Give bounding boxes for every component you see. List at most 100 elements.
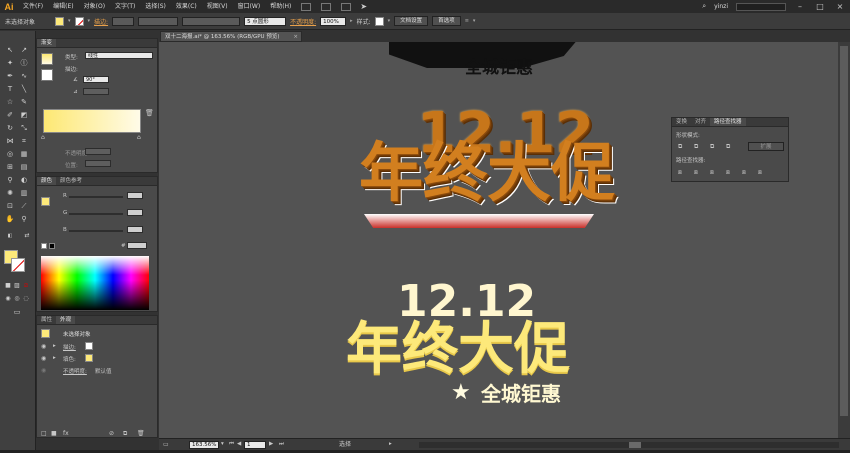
- crop-icon[interactable]: ⧈: [726, 169, 730, 177]
- scale-tool-icon[interactable]: ⤡: [19, 123, 29, 133]
- artboard-number-field[interactable]: 1: [244, 441, 266, 449]
- visibility-eye-icon[interactable]: ◉: [41, 343, 46, 350]
- slice-tool-icon[interactable]: ⟋: [19, 201, 29, 211]
- vertical-scroll-thumb[interactable]: [840, 46, 848, 416]
- hex-field[interactable]: [127, 242, 147, 249]
- menu-effect[interactable]: 效果(C): [171, 0, 202, 13]
- zoom-field[interactable]: 163.56%: [189, 441, 219, 449]
- next-artboard-icon[interactable]: ▶: [269, 441, 273, 447]
- stock-icon[interactable]: [321, 2, 332, 11]
- menu-window[interactable]: 窗口(W): [233, 0, 266, 13]
- chevron-down-icon[interactable]: ▾: [388, 18, 391, 24]
- last-artboard-icon[interactable]: ⏭: [279, 441, 284, 448]
- stop-location-field[interactable]: [85, 160, 111, 167]
- chevron-down-icon[interactable]: ▾: [88, 18, 91, 24]
- divide-icon[interactable]: ⧈: [678, 169, 682, 177]
- send-icon[interactable]: ➤: [360, 2, 367, 11]
- direct-selection-tool-icon[interactable]: ↗: [19, 45, 29, 55]
- new-fill-icon[interactable]: ■: [51, 430, 57, 437]
- minus-back-icon[interactable]: ⧈: [758, 169, 762, 177]
- tab-align[interactable]: 对齐: [691, 118, 710, 126]
- tab-appearance[interactable]: 外观: [56, 316, 76, 324]
- line-tool-icon[interactable]: ╲: [19, 84, 29, 94]
- shape-tool-icon[interactable]: ☆: [5, 97, 15, 107]
- clear-appearance-icon[interactable]: ⊘: [109, 430, 114, 437]
- pen-tool-icon[interactable]: ✒: [5, 71, 15, 81]
- channel-r-field[interactable]: [127, 192, 143, 199]
- blend-tool-icon[interactable]: ◐: [19, 175, 29, 185]
- gradient-preview-swatch[interactable]: [41, 53, 53, 65]
- preferences-button[interactable]: 首选项: [432, 16, 461, 26]
- tab-transform[interactable]: 变换: [672, 118, 691, 126]
- menu-file[interactable]: 文件(F): [18, 0, 48, 13]
- status-menu-arrow-icon[interactable]: ▸: [389, 441, 392, 447]
- appearance-fill-label[interactable]: 填色:: [63, 355, 76, 363]
- horizontal-scrollbar[interactable]: [419, 442, 839, 448]
- gradient-stop-right[interactable]: ⌂: [137, 134, 141, 141]
- gradient-stroke-swatch[interactable]: [41, 69, 53, 81]
- new-stroke-icon[interactable]: □: [41, 430, 47, 437]
- opacity-field[interactable]: 100%: [320, 16, 347, 26]
- hand-tool-icon[interactable]: ✋: [5, 214, 15, 224]
- tab-pathfinder[interactable]: 路径查找器: [710, 118, 746, 126]
- gradient-tool-icon[interactable]: ▤: [19, 162, 29, 172]
- mesh-tool-icon[interactable]: ⊞: [5, 162, 15, 172]
- expand-arrow-icon[interactable]: ▸: [53, 355, 56, 361]
- menu-select[interactable]: 选择(S): [140, 0, 171, 13]
- color-spectrum[interactable]: [41, 256, 149, 310]
- search-input[interactable]: [736, 2, 786, 11]
- minimize-icon[interactable]: –: [794, 2, 806, 11]
- aspect-ratio-field[interactable]: [83, 88, 109, 95]
- merge-icon[interactable]: ⧈: [710, 169, 714, 177]
- vertical-scrollbar[interactable]: [838, 42, 850, 438]
- stroke-label[interactable]: 描边:: [94, 17, 108, 26]
- menu-object[interactable]: 对象(O): [79, 0, 110, 13]
- panel-menu-icon[interactable]: ▾: [473, 18, 476, 24]
- horizontal-scroll-thumb[interactable]: [629, 442, 641, 448]
- menu-help[interactable]: 帮助(H): [265, 0, 296, 13]
- close-icon[interactable]: ×: [293, 32, 298, 42]
- angle-field[interactable]: 90°: [83, 76, 109, 83]
- gradient-slider[interactable]: [43, 109, 141, 133]
- stroke-color-box[interactable]: [11, 258, 25, 272]
- user-name[interactable]: yinzi: [714, 3, 728, 10]
- chevron-down-icon[interactable]: ▾: [221, 441, 224, 447]
- curvature-tool-icon[interactable]: ∿: [19, 71, 29, 81]
- zoom-tool-icon[interactable]: ⚲: [19, 214, 29, 224]
- gradient-type-select[interactable]: 线性: [85, 52, 153, 59]
- appearance-opacity-label[interactable]: 不透明度:: [63, 367, 87, 375]
- tab-gradient[interactable]: 渐变: [37, 39, 57, 47]
- appearance-fill-swatch[interactable]: [85, 354, 93, 362]
- expand-arrow-icon[interactable]: ▸: [53, 343, 56, 349]
- width-tool-icon[interactable]: ⋈: [5, 136, 15, 146]
- visibility-eye-icon[interactable]: ◉: [41, 355, 46, 362]
- tab-color-guide[interactable]: 颜色参考: [56, 177, 86, 185]
- screen-mode-icon[interactable]: ▭: [12, 307, 22, 317]
- tab-attributes[interactable]: 属性: [37, 316, 56, 324]
- magic-wand-tool-icon[interactable]: ✦: [5, 58, 15, 68]
- eyedropper-tool-icon[interactable]: ⚲: [5, 175, 15, 185]
- trim-icon[interactable]: ⧈: [694, 169, 698, 177]
- selection-tool-icon[interactable]: ↖: [5, 45, 15, 55]
- add-effect-icon[interactable]: fx: [63, 430, 69, 437]
- stroke-weight-field[interactable]: [112, 16, 135, 26]
- variable-width-field[interactable]: [138, 16, 179, 26]
- search-icon[interactable]: ⌕: [702, 2, 706, 11]
- outline-icon[interactable]: ⧈: [742, 169, 746, 177]
- channel-g-slider[interactable]: [69, 213, 123, 215]
- stop-opacity-field[interactable]: [85, 148, 111, 155]
- stroke-swatch[interactable]: [74, 16, 84, 26]
- minus-front-icon[interactable]: ⧉: [694, 143, 698, 151]
- visibility-eye-icon[interactable]: ◉: [41, 367, 46, 374]
- graphic-style-swatch[interactable]: [374, 16, 384, 26]
- rotate-tool-icon[interactable]: ↻: [5, 123, 15, 133]
- opacity-label[interactable]: 不透明度:: [290, 17, 316, 26]
- graph-tool-icon[interactable]: ▥: [19, 188, 29, 198]
- channel-b-slider[interactable]: [69, 230, 123, 232]
- arrange-documents-icon[interactable]: [341, 2, 352, 11]
- symbol-sprayer-tool-icon[interactable]: ✺: [5, 188, 15, 198]
- shape-builder-tool-icon[interactable]: ◎: [5, 149, 15, 159]
- gradient-stop-left[interactable]: ⌂: [41, 134, 45, 141]
- tab-color[interactable]: 颜色: [37, 177, 57, 185]
- menu-view[interactable]: 视图(V): [202, 0, 233, 13]
